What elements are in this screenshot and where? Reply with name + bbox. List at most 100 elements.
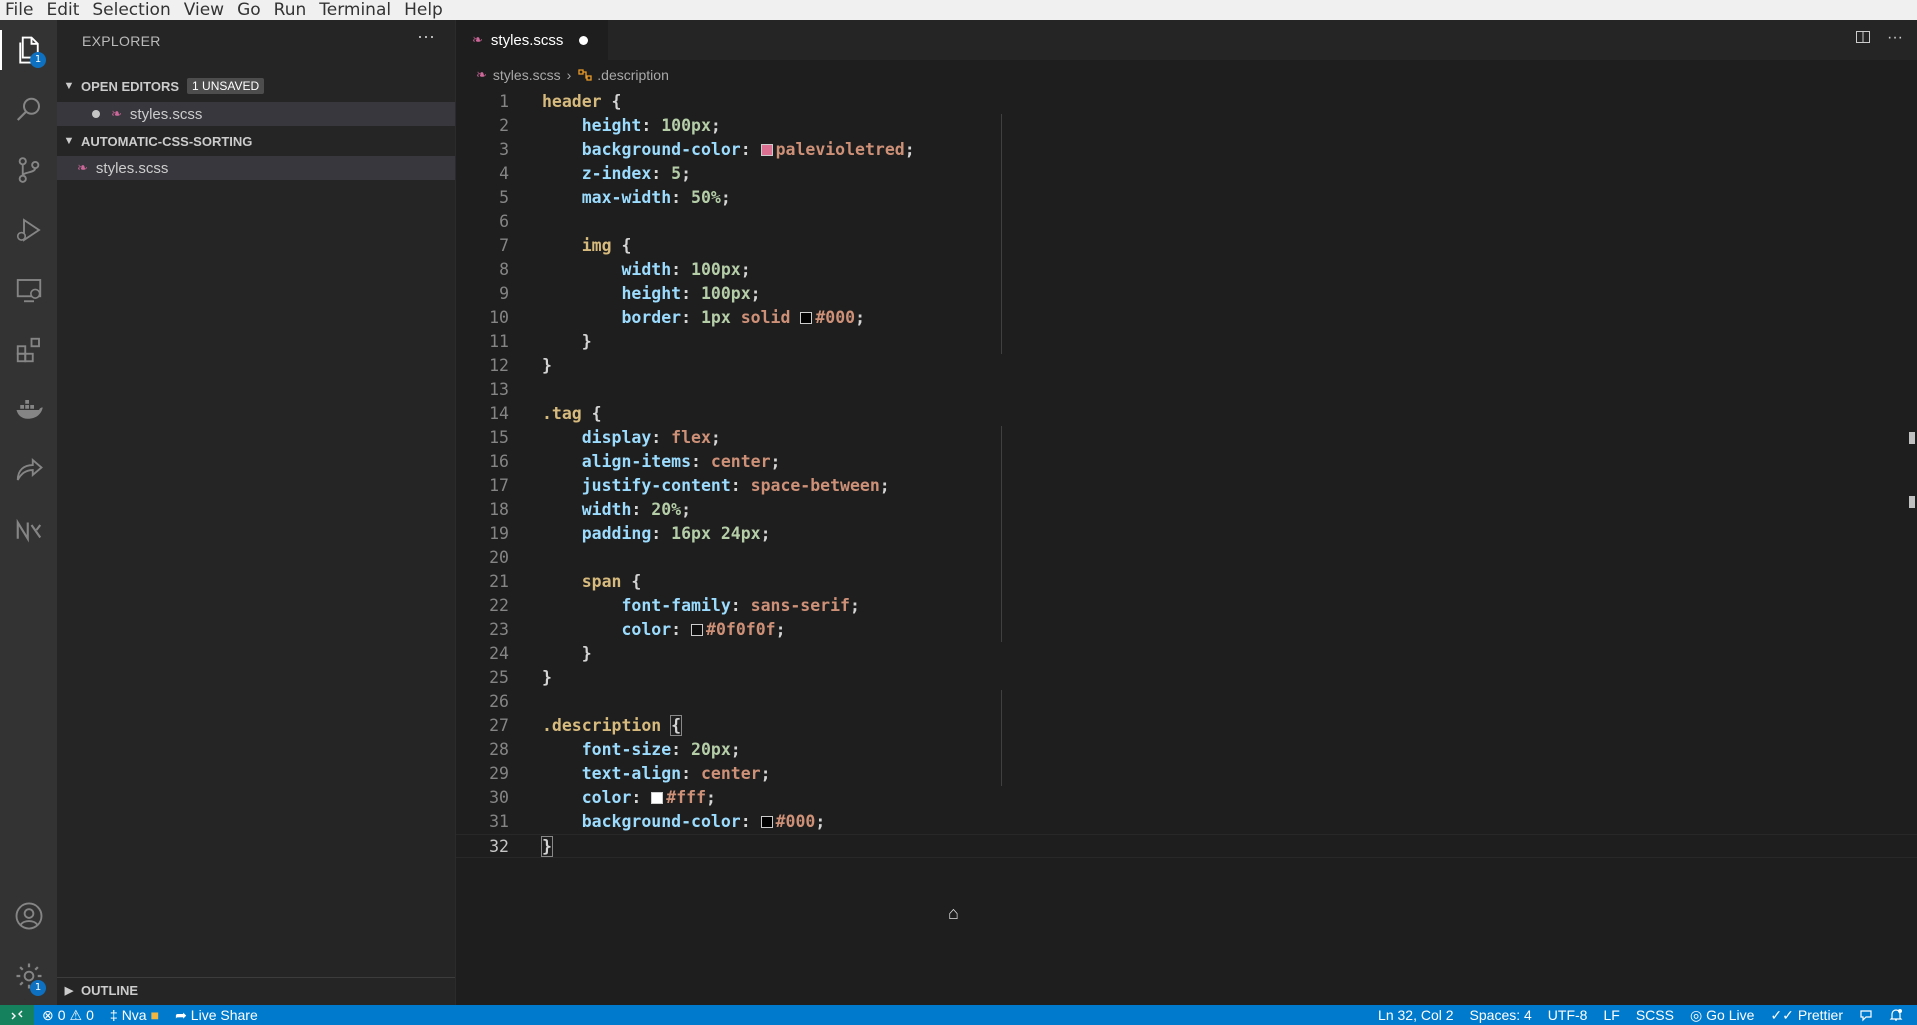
more-actions-icon[interactable]: ···	[417, 26, 435, 47]
line-number: 7	[499, 236, 509, 255]
color-swatch[interactable]	[760, 816, 773, 828]
menu-run[interactable]: Run	[269, 0, 315, 20]
code-line: 31 background-color: #000;	[456, 810, 1917, 834]
menu-edit[interactable]: Edit	[41, 0, 87, 20]
scss-file-icon: ❧	[472, 32, 483, 47]
property: background-color	[581, 812, 741, 831]
color-swatch[interactable]	[760, 144, 773, 156]
menu-file[interactable]: File	[0, 0, 41, 20]
open-editors-header[interactable]: ▼ OPEN EDITORS 1 UNSAVED	[57, 75, 455, 97]
property: font-family	[621, 596, 731, 615]
run-debug-activity[interactable]	[0, 204, 57, 256]
value: 100px	[661, 116, 711, 135]
unsaved-badge: 1 UNSAVED	[187, 78, 265, 94]
scss-file-icon: ❧	[476, 67, 487, 82]
line-number: 4	[499, 164, 509, 183]
activity-bar: 1 1	[0, 20, 57, 1005]
code-editor[interactable]: 1 header { 2 height: 100px; 3 background-…	[456, 90, 1917, 1005]
source-control-activity[interactable]	[0, 144, 57, 196]
line-number: 23	[489, 620, 509, 639]
prettier-status[interactable]: ✓✓ Prettier	[1762, 1007, 1851, 1024]
encoding[interactable]: UTF-8	[1540, 1007, 1596, 1023]
menu-selection[interactable]: Selection	[87, 0, 178, 20]
language-mode[interactable]: SCSS	[1628, 1007, 1682, 1023]
property: width	[621, 260, 672, 279]
explorer-sidebar: EXPLORER ··· ▼ OPEN EDITORS 1 UNSAVED ❧ …	[57, 20, 456, 1005]
code-line: 27 .description {	[456, 714, 1917, 738]
docker-activity[interactable]	[0, 384, 57, 436]
outline-divider	[57, 977, 455, 978]
problems-status[interactable]: ⊗ 0 ⚠ 0	[34, 1007, 102, 1024]
symbol-class-icon	[578, 69, 592, 81]
color-swatch[interactable]	[691, 624, 704, 636]
nx-console-activity[interactable]	[0, 504, 57, 556]
line-number: 5	[499, 188, 509, 207]
unsaved-dot-icon[interactable]	[92, 110, 100, 118]
property: border	[621, 308, 682, 327]
error-icon: ⊗	[42, 1006, 54, 1023]
color-swatch[interactable]	[651, 792, 664, 804]
unsaved-dot-icon[interactable]	[579, 35, 589, 45]
menu-view[interactable]: View	[179, 0, 232, 20]
property: font-size	[581, 740, 672, 759]
outline-header[interactable]: ▶ OUTLINE	[57, 979, 455, 1001]
notifications-status[interactable]	[1881, 1008, 1911, 1022]
file-tree-item[interactable]: ❧ styles.scss	[57, 156, 455, 180]
live-share-status[interactable]: ➦ Live Share	[167, 1007, 266, 1024]
more-actions-icon[interactable]: ···	[1887, 29, 1903, 47]
menu-help[interactable]: Help	[399, 0, 451, 20]
code-line: 3 background-color: palevioletred;	[456, 138, 1917, 162]
line-number: 31	[489, 812, 509, 831]
remote-indicator[interactable]	[0, 1005, 34, 1025]
value: sans-serif	[750, 596, 850, 615]
tab-styles-scss[interactable]: ❧ styles.scss	[456, 20, 608, 60]
property: height	[581, 116, 642, 135]
extensions-activity[interactable]	[0, 324, 57, 376]
value: 1px	[700, 308, 731, 327]
manage-activity[interactable]: 1	[0, 950, 57, 1002]
value: #000	[775, 812, 816, 831]
remote-monitor-icon	[16, 279, 41, 303]
code-line: 24 }	[456, 642, 1917, 666]
breadcrumb-file[interactable]: styles.scss	[493, 67, 561, 83]
bracket-match: }	[541, 836, 553, 857]
folder-label: AUTOMATIC-CSS-SORTING	[81, 133, 253, 149]
remote-explorer-activity[interactable]	[0, 264, 57, 316]
live-share-activity[interactable]	[0, 444, 57, 496]
menu-terminal[interactable]: Terminal	[314, 0, 399, 20]
property: align-items	[581, 452, 692, 471]
go-live-status[interactable]: ◎ Go Live	[1682, 1007, 1762, 1024]
explorer-activity[interactable]: 1	[0, 24, 57, 76]
line-number: 12	[489, 356, 509, 375]
indentation[interactable]: Spaces: 4	[1462, 1007, 1540, 1023]
cursor-position[interactable]: Ln 32, Col 2	[1370, 1007, 1462, 1023]
selector: .description	[542, 716, 662, 735]
search-activity[interactable]	[0, 84, 57, 136]
property: height	[621, 284, 682, 303]
line-number: 19	[489, 524, 509, 543]
folder-header[interactable]: ▼ AUTOMATIC-CSS-SORTING	[57, 130, 455, 152]
line-number: 17	[489, 476, 509, 495]
breadcrumb-symbol[interactable]: .description	[597, 67, 669, 83]
line-number: 25	[489, 668, 509, 687]
accounts-activity[interactable]	[0, 890, 57, 942]
code-line: 20	[456, 546, 1917, 570]
code-line: 15 display: flex;	[456, 426, 1917, 450]
end-of-line[interactable]: LF	[1595, 1007, 1627, 1023]
property: padding	[581, 524, 652, 543]
remote-icon	[11, 1010, 23, 1020]
search-icon	[16, 97, 40, 121]
bracket-match: {	[670, 715, 683, 736]
open-editor-item[interactable]: ❧ styles.scss	[57, 102, 455, 126]
value: center	[710, 452, 771, 471]
property: justify-content	[581, 476, 731, 495]
menu-go[interactable]: Go	[232, 0, 269, 20]
feedback-status[interactable]	[1851, 1008, 1881, 1022]
editor-scrollbar[interactable]	[1903, 90, 1917, 1005]
outline-label: OUTLINE	[81, 982, 139, 998]
split-editor-icon[interactable]	[1855, 29, 1871, 45]
user-status[interactable]: ‡ Nva ■	[102, 1007, 167, 1023]
line-number: 10	[489, 308, 509, 327]
color-swatch[interactable]	[800, 312, 813, 324]
value: center	[700, 764, 761, 783]
